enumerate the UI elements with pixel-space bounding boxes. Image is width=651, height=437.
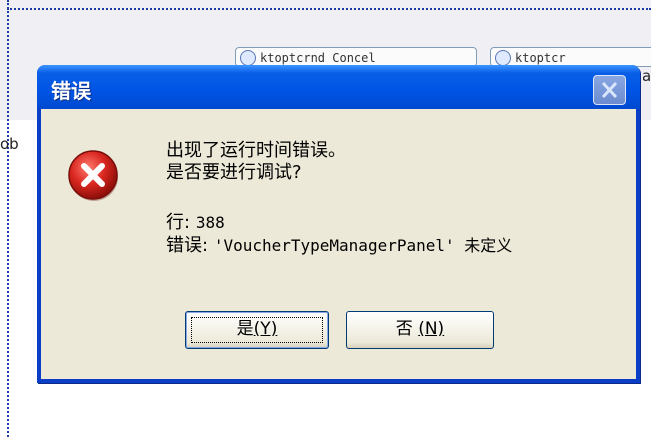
no-button[interactable]: 否 (N) [346, 311, 494, 349]
line-number: 388 [195, 213, 225, 232]
background-button-2-label: ktoptcr [515, 51, 566, 65]
no-button-label: 否 [395, 319, 413, 339]
background-text-fragment: ob [0, 135, 19, 153]
error-x-icon [68, 150, 118, 201]
selection-border-left [7, 0, 9, 437]
line-info: 行: 388 [166, 212, 225, 234]
yes-button-label: 是 [236, 319, 254, 339]
error-label: 错误: [166, 235, 209, 256]
message-line-2: 是否要进行调试? [166, 162, 302, 183]
error-info: 错误: 'VoucherTypeManagerPanel' 未定义 [166, 235, 512, 257]
yes-button[interactable]: 是(Y) [185, 311, 329, 349]
selection-border-top [7, 8, 651, 10]
background-button-1[interactable]: ktoptcrnd Concel [235, 47, 477, 67]
no-button-mnemonic: (N) [418, 319, 445, 339]
dialog-body: 出现了运行时间错误。 是否要进行调试? 行: 388 错误: 'VoucherT… [41, 109, 636, 379]
error-detail: 'VoucherTypeManagerPanel' 未定义 [213, 236, 513, 255]
background-button-icon [240, 50, 256, 66]
background-button-1-label: ktoptcrnd Concel [260, 51, 376, 65]
close-button[interactable] [593, 75, 626, 105]
background-button-2[interactable]: ktoptcr [490, 47, 651, 67]
yes-button-mnemonic: (Y) [253, 319, 278, 339]
message-line-1: 出现了运行时间错误。 [166, 140, 346, 161]
error-dialog: 错误 出现了运行时间错误。 是否要进行调试? 行: 388 错误: 'Vouch… [37, 65, 640, 383]
background-button-icon [495, 50, 511, 66]
dialog-titlebar[interactable]: 错误 [37, 65, 640, 109]
line-label: 行: [166, 212, 191, 233]
background-text-fragment-right: a [642, 67, 651, 85]
close-icon [601, 81, 618, 99]
dialog-title: 错误 [51, 79, 91, 103]
